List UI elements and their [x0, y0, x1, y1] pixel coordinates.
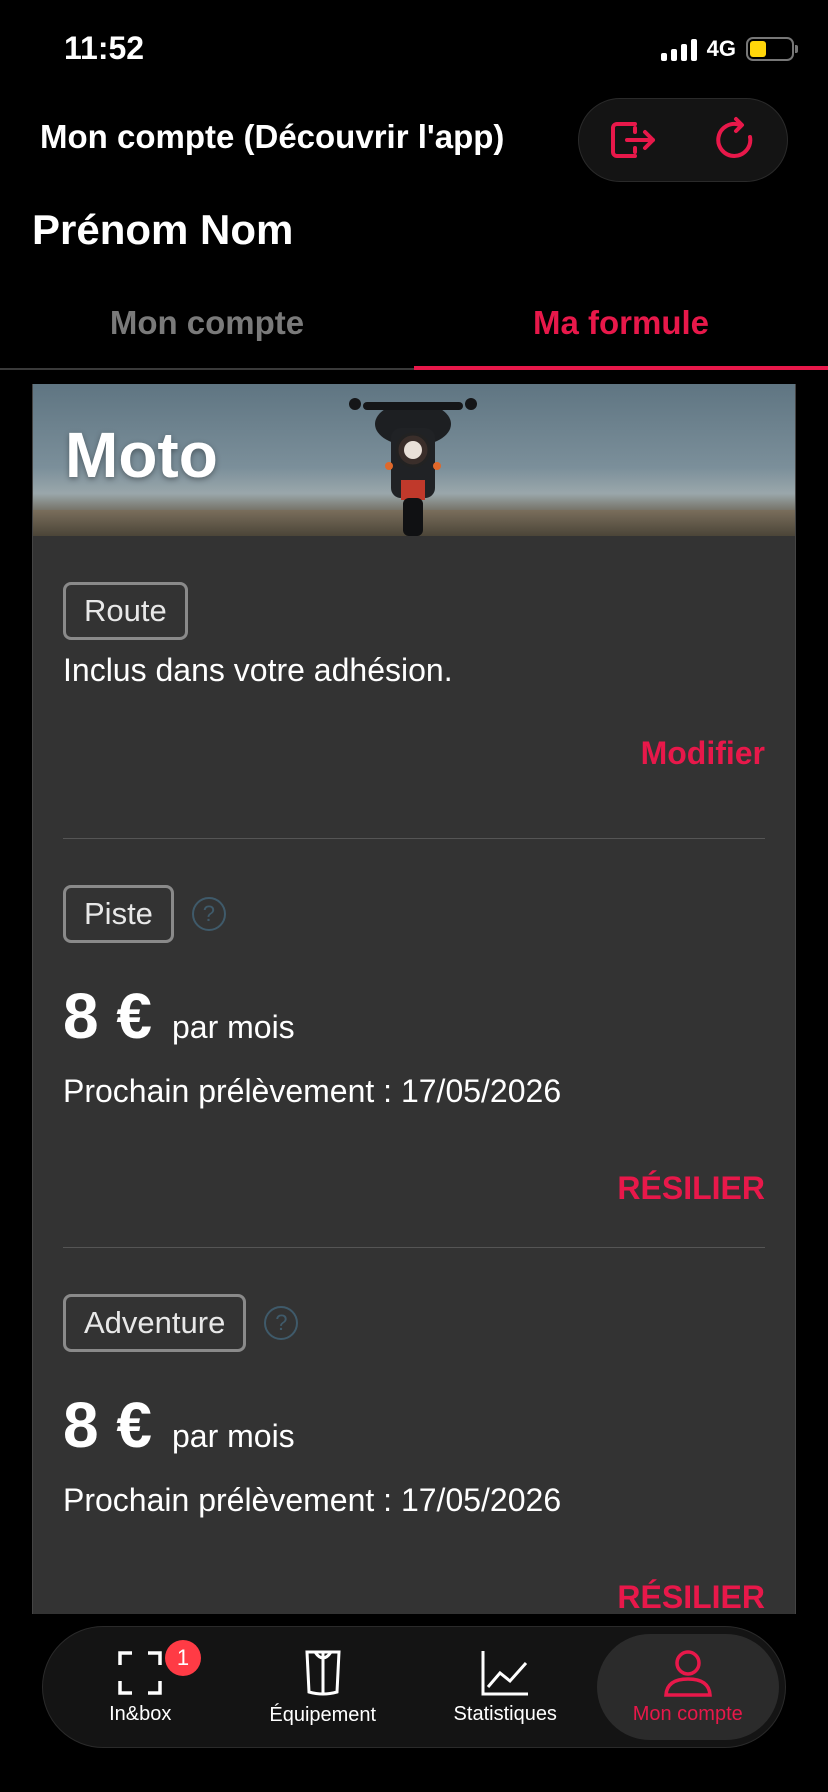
piste-next-payment: Prochain prélèvement : 17/05/2026 — [63, 1073, 562, 1109]
status-indicators: 4G — [660, 36, 798, 62]
network-type: 4G — [706, 36, 736, 61]
status-time: 11:52 — [64, 30, 145, 66]
adventure-cancel-button[interactable]: RÉSILIER — [63, 1579, 765, 1614]
adventure-next-payment: Prochain prélèvement : 17/05/2026 — [63, 1482, 562, 1518]
nav-my-account[interactable]: Mon compte — [596, 1634, 779, 1740]
route-description: Inclus dans votre adhésion. — [63, 652, 453, 688]
bottom-nav: 1 In&box Équipement Statistiques Mon com… — [42, 1626, 786, 1748]
piste-period: par mois — [171, 1009, 295, 1045]
piste-cancel-button[interactable]: RÉSILIER — [63, 1170, 765, 1207]
banner-title: Moto — [65, 419, 218, 491]
piste-price: 8 € — [63, 980, 152, 1052]
piste-section: Piste ? 8 € par mois Prochain prélèvemen… — [33, 839, 795, 1247]
adventure-price: 8 € — [63, 1389, 152, 1461]
logout-icon — [611, 122, 655, 158]
user-icon — [663, 1649, 712, 1697]
help-icon[interactable]: ? — [191, 897, 226, 931]
stats-chart-icon — [481, 1650, 529, 1695]
nav-label: Équipement — [269, 1703, 377, 1726]
header-actions — [578, 98, 788, 182]
motorcycle-illustration — [349, 398, 477, 536]
nav-statistics[interactable]: Statistiques — [414, 1634, 597, 1740]
status-bar: 11:52 4G — [0, 0, 828, 100]
modify-button[interactable]: Modifier — [63, 735, 765, 772]
battery-icon — [746, 37, 798, 61]
piste-pill: Piste — [63, 885, 174, 943]
route-section: Route Inclus dans votre adhésion. Modifi… — [33, 536, 795, 838]
adventure-period: par mois — [171, 1418, 295, 1454]
nav-inbox[interactable]: 1 In&box — [49, 1634, 232, 1740]
inbox-badge: 1 — [165, 1640, 201, 1676]
help-icon[interactable]: ? — [264, 1306, 299, 1340]
tab-bar: Mon compte Ma formule — [0, 290, 828, 370]
page-title: Mon compte (Découvrir l'app) — [40, 118, 505, 155]
nav-label: Mon compte — [632, 1702, 743, 1725]
tab-mon-compte[interactable]: Mon compte — [0, 290, 414, 368]
tab-ma-formule[interactable]: Ma formule — [414, 290, 828, 370]
signal-icon — [660, 37, 697, 61]
route-pill: Route — [63, 582, 188, 640]
logout-button[interactable] — [601, 110, 661, 170]
refresh-icon — [716, 117, 753, 158]
refresh-button[interactable] — [705, 110, 765, 170]
adventure-section: Adventure ? 8 € par mois Prochain prélèv… — [33, 1248, 795, 1614]
nav-equipment[interactable]: Équipement — [232, 1634, 415, 1740]
user-name: Prénom Nom — [32, 206, 294, 253]
nav-label: In&box — [109, 1702, 172, 1725]
formula-card: Moto Route Inclus dans votre adhésion. M… — [32, 384, 796, 1614]
moto-banner-image: Moto — [33, 384, 795, 536]
adventure-pill: Adventure — [63, 1294, 247, 1352]
inbox-scan-icon — [118, 1650, 162, 1695]
equipment-icon — [305, 1650, 341, 1695]
nav-label: Statistiques — [453, 1702, 557, 1725]
